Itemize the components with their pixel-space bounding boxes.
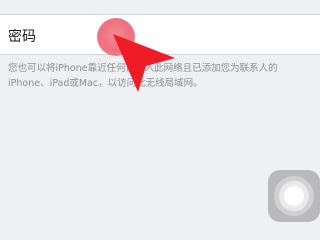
arrow-pointer-icon: [113, 34, 175, 92]
assistive-touch-ring-inner: [284, 186, 304, 206]
assistive-touch-icon[interactable]: [268, 170, 320, 222]
password-label: 密码: [8, 29, 36, 45]
